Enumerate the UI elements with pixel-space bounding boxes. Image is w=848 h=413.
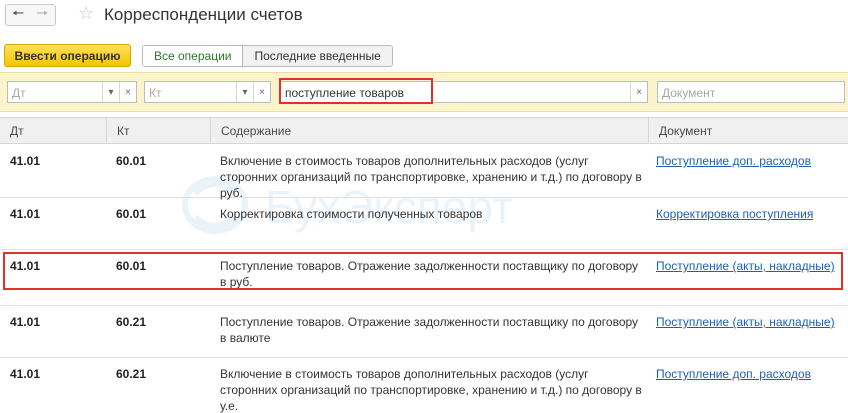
row-document-link[interactable]: Корректировка поступления (656, 206, 813, 222)
row-dt: 41.01 (10, 315, 41, 329)
star-icon[interactable]: ☆ (78, 3, 94, 24)
row-content: Поступление товаров. Отражение задолженн… (220, 315, 639, 345)
row-content: Включение в стоимость товаров дополнител… (220, 154, 642, 200)
row-kt: 60.21 (116, 367, 147, 381)
table-row[interactable]: 41.01 60.01 Корректировка стоимости полу… (0, 198, 848, 250)
add-operation-button[interactable]: Ввести операцию (4, 44, 131, 67)
column-header-document[interactable]: Документ (648, 118, 848, 144)
filter-tabs: Все операции Последние введенные (142, 45, 393, 67)
page-title: Корреспонденции счетов (104, 5, 303, 24)
row-kt: 60.21 (116, 315, 147, 329)
row-dt: 41.01 (10, 207, 41, 221)
row-kt: 60.01 (116, 207, 147, 221)
clear-icon[interactable]: × (630, 82, 647, 102)
table-row[interactable]: 41.01 60.21 Поступление товаров. Отражен… (0, 306, 848, 358)
row-document-link[interactable]: Поступление доп. расходов (656, 153, 811, 169)
row-content: Включение в стоимость товаров дополнител… (220, 367, 642, 413)
table-header: Дт Кт Содержание Документ (0, 117, 848, 144)
row-kt: 60.01 (116, 154, 147, 168)
dt-filter-field[interactable]: Дт ▾ × (7, 81, 137, 103)
row-document-link[interactable]: Поступление доп. расходов (656, 366, 811, 382)
clear-icon[interactable]: × (119, 82, 136, 102)
search-highlight-frame (279, 78, 433, 104)
row-content: Корректировка стоимости полученных товар… (220, 207, 483, 221)
arrow-left-icon: 🠔 (11, 5, 25, 21)
kt-filter-field[interactable]: Кт ▾ × (144, 81, 271, 103)
document-filter-field[interactable]: Документ (657, 81, 845, 103)
document-filter-placeholder: Документ (662, 86, 716, 100)
column-header-content[interactable]: Содержание (210, 118, 648, 144)
column-header-dt[interactable]: Дт (0, 118, 106, 144)
table-row[interactable]: 41.01 60.21 Включение в стоимость товаро… (0, 358, 848, 413)
kt-filter-placeholder: Кт (149, 86, 162, 100)
dt-filter-placeholder: Дт (12, 86, 26, 100)
row-dt: 41.01 (10, 154, 41, 168)
chevron-down-icon[interactable]: ▾ (102, 82, 119, 102)
tab-recent[interactable]: Последние введенные (243, 46, 392, 66)
row-document-link[interactable]: Поступление (акты, накладные) (656, 314, 835, 330)
table-row[interactable]: 41.01 60.01 Включение в стоимость товаро… (0, 145, 848, 200)
column-header-kt[interactable]: Кт (106, 118, 210, 144)
title-bar: 🠔 🠖 ☆ Корреспонденции счетов (0, 0, 848, 36)
forward-button[interactable]: 🠖 (30, 4, 56, 26)
row-dt: 41.01 (10, 367, 41, 381)
row-highlight-frame (3, 252, 843, 290)
clear-icon[interactable]: × (253, 82, 270, 102)
tab-all-operations[interactable]: Все операции (143, 46, 244, 66)
chevron-down-icon[interactable]: ▾ (236, 82, 253, 102)
back-button[interactable]: 🠔 (5, 4, 31, 26)
arrow-right-icon: 🠖 (36, 5, 49, 21)
